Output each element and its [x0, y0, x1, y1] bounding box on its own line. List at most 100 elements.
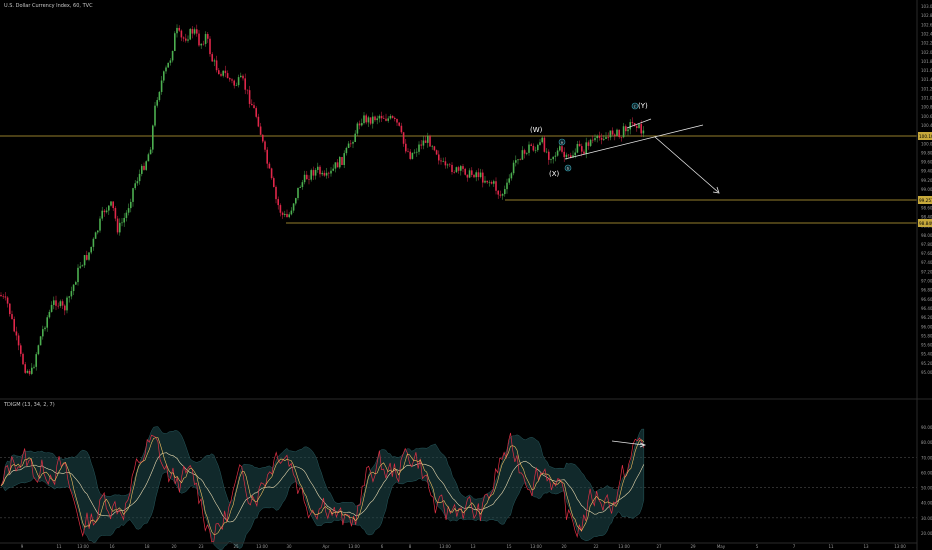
candle-body — [286, 213, 288, 218]
price-tick-label: 97.40 — [921, 260, 932, 265]
candle-body — [112, 201, 114, 209]
candle-body — [284, 213, 286, 215]
candle-body — [521, 150, 524, 160]
candle-body — [585, 142, 587, 154]
candle-body — [198, 33, 200, 46]
candle-body — [292, 203, 295, 211]
time-tick-label: 13:00 — [256, 544, 268, 549]
candle-body — [301, 182, 304, 188]
candle-body — [330, 170, 332, 174]
candle-body — [587, 142, 590, 146]
candle-body — [383, 118, 385, 119]
candle-body — [543, 137, 546, 152]
candle-body — [2, 296, 4, 297]
candle-body — [532, 145, 535, 151]
candle-body — [77, 267, 79, 283]
candle-body — [121, 222, 123, 224]
candle-body — [39, 336, 42, 346]
price-label: 99.257 — [919, 198, 932, 203]
time-tick-label: 13:00 — [530, 544, 542, 549]
candle-body — [119, 222, 121, 233]
candle-body — [132, 188, 134, 202]
price-tick-label: 97.60 — [921, 251, 932, 256]
candle-body — [70, 291, 73, 297]
candle-body — [369, 117, 372, 124]
candle-body — [565, 154, 568, 158]
candle-body — [270, 168, 273, 179]
candle-body — [361, 123, 363, 126]
price-tick-label: 98.40 — [921, 214, 932, 219]
candle-body — [127, 208, 130, 213]
candle-body — [178, 27, 180, 31]
candle-body — [209, 38, 211, 55]
candle-body — [548, 151, 550, 160]
candle-body — [6, 297, 9, 304]
candle-body — [482, 172, 484, 183]
candle-body — [317, 166, 319, 170]
candle-body — [550, 159, 552, 160]
time-tick-label: May — [717, 544, 726, 549]
price-tick-label: 100.00 — [921, 141, 932, 146]
candle-body — [598, 135, 601, 138]
candle-body — [299, 187, 301, 188]
candle-body — [141, 165, 143, 174]
price-tick-label: 99.60 — [921, 160, 932, 165]
price-axis: 103.00 102.80 102.60 102.40 102.20 102.00 101.… — [921, 4, 932, 375]
candle-body — [451, 164, 453, 173]
candle-body — [114, 208, 117, 219]
candle-body — [264, 141, 266, 150]
candle-body — [328, 172, 330, 174]
candle-body — [627, 129, 629, 132]
price-tick-label: 101.00 — [921, 96, 932, 101]
candle-body — [262, 134, 264, 142]
candle-body — [493, 181, 495, 184]
candle-body — [556, 150, 559, 156]
candle-body — [152, 125, 154, 150]
candle-body — [28, 370, 31, 374]
candle-body — [248, 90, 251, 104]
candle-body — [116, 218, 119, 233]
candle-body — [332, 168, 334, 171]
price-tick-label: 102.80 — [921, 13, 932, 18]
candle-body — [431, 146, 433, 147]
price-tick-label: 103.00 — [921, 4, 932, 9]
candle-body — [312, 170, 315, 176]
candle-body — [350, 143, 352, 145]
candle-body — [435, 150, 438, 155]
candle-body — [363, 115, 365, 124]
candle-body — [616, 129, 618, 136]
time-tick-label: 13:00 — [348, 544, 360, 549]
candle-body — [0, 295, 2, 297]
candle-body — [449, 164, 451, 166]
time-tick-label: 13:00 — [77, 544, 89, 549]
time-tick-label: 25 — [233, 544, 239, 549]
candle-body — [446, 164, 449, 166]
candle-body — [440, 160, 442, 162]
candle-body — [167, 62, 169, 68]
candle-body — [484, 180, 486, 183]
price-chart[interactable]: 103.00 102.80 102.60 102.40 102.20 102.00 101.… — [0, 0, 932, 550]
candle-body — [515, 160, 517, 163]
time-tick-label: 8 — [409, 544, 412, 549]
candle-body — [242, 75, 244, 79]
indicator-tick-label: 50.00 — [921, 486, 932, 491]
candle-body — [26, 370, 29, 373]
wave-label: (W) — [530, 126, 543, 134]
candle-body — [442, 161, 444, 162]
candle-body — [464, 168, 466, 175]
price-tick-label: 95.60 — [921, 343, 932, 348]
projection-arrow-line — [654, 136, 719, 193]
candle-body — [110, 201, 112, 206]
candle-body — [321, 172, 323, 175]
candle-body — [497, 190, 499, 195]
candle-body — [277, 199, 279, 206]
candle-body — [554, 155, 557, 157]
candle-body — [31, 367, 33, 374]
candle-body — [125, 212, 128, 218]
candle-body — [176, 27, 178, 34]
candle-body — [92, 238, 95, 247]
price-tick-label: 95.20 — [921, 361, 932, 366]
time-tick-label: 13:00 — [618, 544, 630, 549]
candle-body — [187, 39, 189, 41]
candle-body — [273, 178, 275, 187]
